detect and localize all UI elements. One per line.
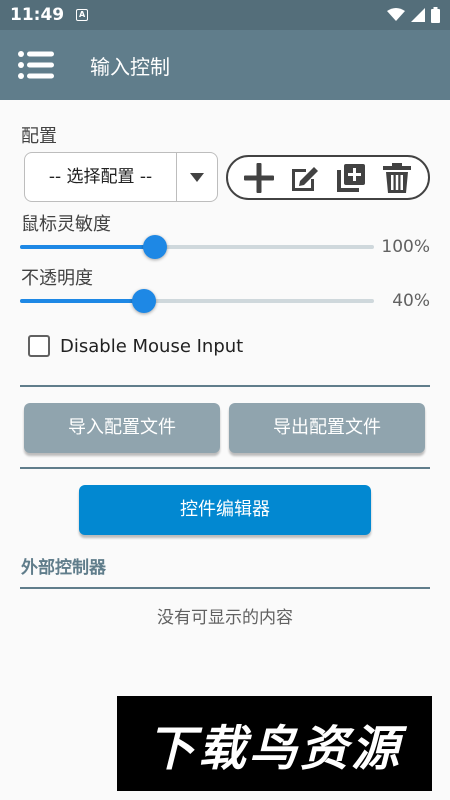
opacity-label: 不透明度 [21,268,93,289]
status-icons [387,7,440,23]
config-label: 配置 [21,126,57,147]
status-time: 11:49 [10,5,65,25]
watermark-text: 下载鸟资源 [146,720,402,777]
menu-button[interactable] [18,51,54,79]
slider-fill [20,245,155,249]
edit-icon [292,166,318,191]
delete-config-button[interactable] [378,159,416,197]
external-controllers-title: 外部控制器 [21,558,106,578]
config-select[interactable]: -- 选择配置 -- [24,152,218,202]
watermark-logo: 下载鸟资源 [117,696,432,791]
slider-thumb[interactable] [142,235,167,259]
empty-state-text: 没有可显示的内容 [157,608,293,628]
triangle-down-icon [190,172,204,182]
page-title: 输入控制 [90,54,170,79]
app-bar: 输入控制 [0,30,450,100]
config-tools [226,155,430,200]
export-config-button[interactable]: 导出配置文件 [229,403,425,453]
status-bar: 11:49 A [0,0,450,30]
wifi-icon [387,8,405,21]
slider-fill [20,299,144,303]
divider [20,587,430,589]
disable-mouse-label: Disable Mouse Input [60,335,244,357]
disable-mouse-row[interactable]: Disable Mouse Input [28,335,243,357]
add-icon [244,162,274,193]
import-config-button[interactable]: 导入配置文件 [24,403,220,453]
edit-config-button[interactable] [286,159,324,197]
mouse-sensitivity-label: 鼠标灵敏度 [21,214,111,235]
control-editor-button[interactable]: 控件编辑器 [79,485,371,535]
delete-icon [383,162,411,193]
dropdown-arrow[interactable] [177,172,217,182]
opacity-slider[interactable] [20,289,374,313]
config-select-value: -- 选择配置 -- [25,153,177,201]
battery-icon [431,7,440,23]
add-config-button[interactable] [240,159,278,197]
menu-icon [18,51,54,79]
opacity-value: 40% [392,291,430,311]
notification-icon: A [76,9,89,21]
copy-config-button[interactable] [332,159,370,197]
slider-thumb[interactable] [131,289,156,313]
mouse-sensitivity-slider[interactable] [20,235,374,259]
divider [20,385,430,387]
divider [20,467,430,469]
copy-icon [337,163,365,192]
disable-mouse-checkbox[interactable] [28,335,50,357]
signal-icon [411,8,425,22]
mouse-sensitivity-value: 100% [381,237,430,257]
